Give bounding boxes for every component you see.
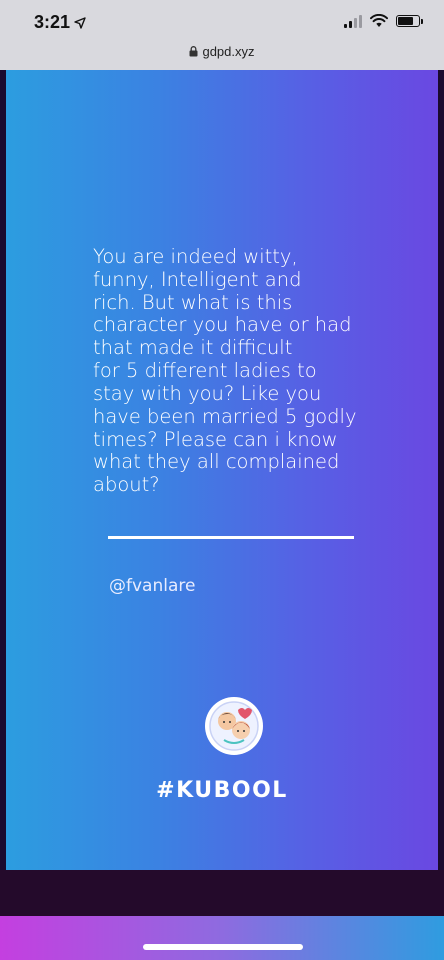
author-handle: @fvanlare: [109, 576, 196, 596]
page-background: You are indeed witty, funny, Intelligent…: [0, 70, 444, 870]
brand-hashtag: #KUBOOL: [156, 778, 288, 803]
status-bar: 3:21 gdpd.xyz: [0, 0, 444, 70]
home-indicator[interactable]: [143, 944, 303, 950]
battery-icon: [396, 15, 423, 27]
status-icons: [344, 14, 423, 28]
time-label: 3:21: [34, 12, 71, 32]
lock-icon: [189, 46, 198, 57]
bottom-gradient-bar: [0, 916, 444, 960]
kubool-logo-icon: [205, 697, 263, 755]
divider: [108, 536, 354, 539]
wifi-icon: [370, 14, 388, 27]
location-arrow-icon: [74, 16, 86, 29]
browser-bottom-strip: [0, 870, 444, 916]
cellular-signal-icon: [344, 14, 362, 28]
address-bar[interactable]: gdpd.xyz: [0, 44, 444, 59]
status-time: 3:21: [34, 12, 86, 33]
screen: 3:21 gdpd.xyz You are indeed witty, funn…: [0, 0, 444, 960]
post-card: You are indeed witty, funny, Intelligent…: [6, 70, 438, 870]
quote-text: You are indeed witty, funny, Intelligent…: [93, 245, 357, 497]
url-text: gdpd.xyz: [202, 44, 255, 59]
